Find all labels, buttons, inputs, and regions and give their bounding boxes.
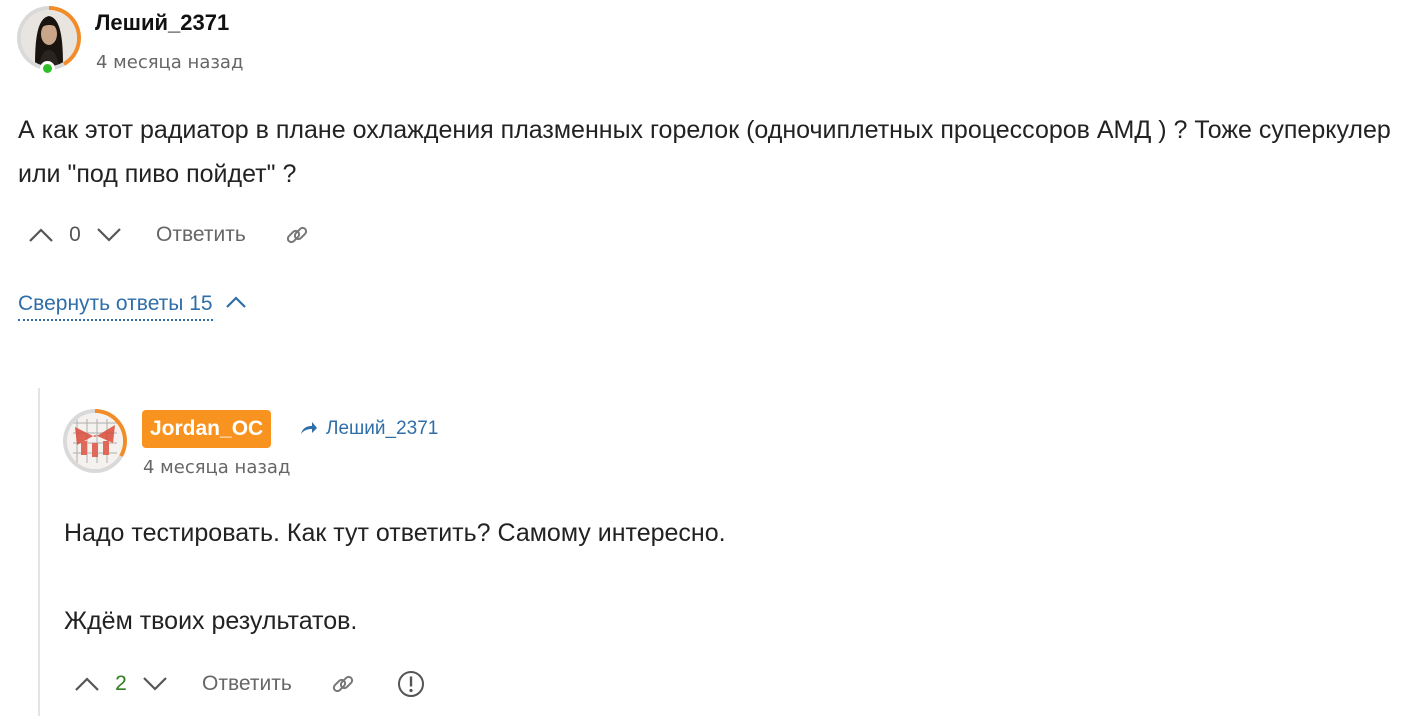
comment-timestamp[interactable]: 4 месяца назад (96, 52, 243, 73)
reply-author-badge[interactable]: Jordan_OC (142, 410, 272, 448)
reply-to-name: Леший_2371 (326, 418, 439, 439)
reply-actions: 2 Ответить (70, 664, 428, 704)
reply-text: Надо тестировать. Как тут ответить? Само… (64, 511, 726, 687)
online-status-indicator (40, 61, 55, 76)
reply-to-link[interactable]: Леший_2371 (300, 418, 438, 440)
chevron-up-icon (225, 294, 247, 313)
reply-avatar[interactable] (63, 409, 127, 473)
comment-author[interactable]: Леший_2371 (95, 10, 229, 36)
collapse-replies-label: Свернуть ответы 15 (18, 292, 213, 321)
thread-line (38, 388, 40, 716)
avatar-image (67, 413, 123, 469)
reply-score: 2 (115, 672, 127, 695)
comments-section: Леший_2371 4 месяца назад А как этот рад… (0, 0, 1417, 716)
comment-text: А как этот радиатор в плане охлаждения п… (18, 116, 1391, 188)
reply-timestamp[interactable]: 4 месяца назад (143, 457, 290, 478)
avatar-image (21, 10, 77, 66)
reply-button[interactable]: Ответить (156, 223, 246, 247)
reply-paragraph: Ждём твоих результатов. (64, 607, 358, 635)
comment-score: 0 (69, 223, 81, 246)
downvote-icon[interactable] (92, 218, 126, 252)
upvote-icon[interactable] (24, 218, 58, 252)
upvote-icon[interactable] (70, 667, 104, 701)
report-icon[interactable] (394, 667, 428, 701)
link-icon[interactable] (328, 669, 358, 699)
reply-arrow-icon (300, 420, 318, 439)
downvote-icon[interactable] (138, 667, 172, 701)
collapse-replies-button[interactable]: Свернуть ответы 15 (18, 292, 247, 321)
comment-actions: 0 Ответить (24, 215, 312, 255)
link-icon[interactable] (282, 220, 312, 250)
reply-paragraph: Надо тестировать. Как тут ответить? Само… (64, 519, 726, 547)
reply-button[interactable]: Ответить (202, 672, 292, 696)
